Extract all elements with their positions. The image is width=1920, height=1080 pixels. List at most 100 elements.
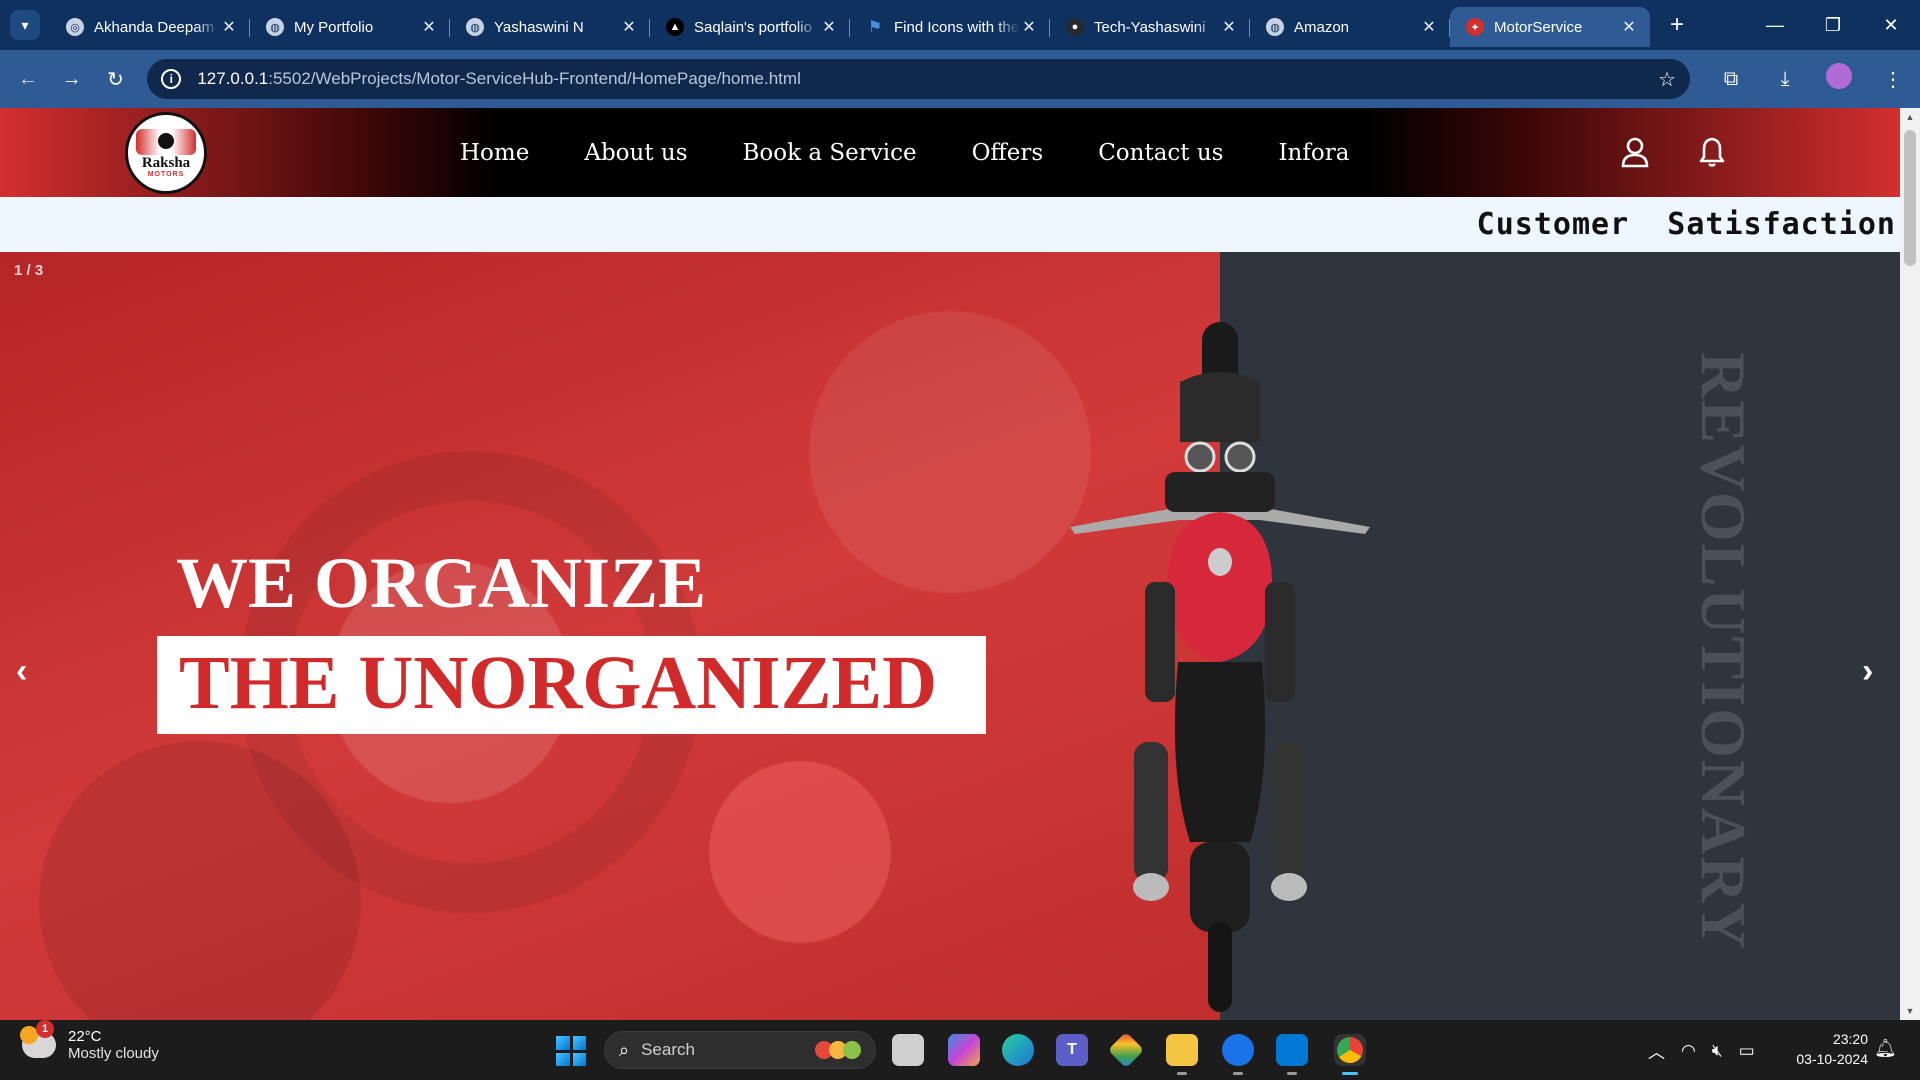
system-clock[interactable]: 23:20 03-10-2024 — [1784, 1029, 1868, 1069]
download-icon[interactable]: ⤓ — [1758, 68, 1812, 91]
remote-desktop-icon[interactable] — [1222, 1034, 1254, 1075]
chrome-icon[interactable] — [1334, 1034, 1366, 1075]
weather-temperature: 22°C — [68, 1028, 102, 1045]
marquee-banner: Customer Satisfaction — [0, 197, 1900, 252]
close-window-icon[interactable]: ✕ — [1862, 15, 1920, 36]
close-icon[interactable]: ✕ — [1020, 17, 1038, 37]
weather-widget[interactable]: 1 22°C Mostly cloudy — [20, 1020, 159, 1062]
globe-icon: ◍ — [266, 18, 284, 36]
site-navbar: Raksha MOTORS Home About us Book a Servi… — [0, 108, 1900, 197]
task-view-icon[interactable] — [892, 1034, 924, 1066]
speaker-muted-icon[interactable]: 🔇︎ — [1712, 1041, 1723, 1061]
clock-time: 23:20 — [1832, 1031, 1868, 1047]
nav-home[interactable]: Home — [460, 140, 529, 166]
reload-icon[interactable]: ↻ — [94, 67, 138, 92]
scroll-up-icon[interactable]: ▲ — [1900, 112, 1920, 122]
close-icon[interactable]: ✕ — [1220, 17, 1238, 37]
restore-icon[interactable]: ❐ — [1804, 15, 1862, 36]
user-icon[interactable] — [1620, 136, 1650, 168]
close-icon[interactable]: ✕ — [1420, 17, 1438, 37]
nav-contact-us[interactable]: Contact us — [1098, 140, 1223, 166]
windows-start-icon[interactable] — [556, 1036, 586, 1066]
logo-wings-emblem — [136, 128, 196, 155]
carousel-next-button[interactable]: › — [1862, 652, 1873, 691]
windows-taskbar: 1 22°C Mostly cloudy ⌕ Search T ︿ ◠ 🔇︎ ▭… — [0, 1020, 1920, 1080]
page-scrollbar[interactable]: ▲ ▼ — [1900, 108, 1920, 1020]
tray-overflow-chevron-icon[interactable]: ︿ — [1648, 1038, 1665, 1063]
forward-icon[interactable]: → — [50, 68, 94, 91]
system-tray: ︿ ◠ 🔇︎ ▭ — [1648, 1038, 1771, 1063]
close-icon[interactable]: ✕ — [620, 17, 638, 37]
browser-tab[interactable]: ◍ Amazon ✕ — [1250, 7, 1450, 47]
notification-bell-icon[interactable]: 🔔︎ — [1874, 1038, 1897, 1059]
browser-tab-active[interactable]: ✦ MotorService ✕ — [1450, 7, 1650, 47]
tab-title: Amazon — [1294, 18, 1350, 36]
browser-tab[interactable]: ● Tech-Yashaswini ✕ — [1050, 7, 1250, 47]
vscode-icon[interactable] — [1276, 1034, 1308, 1075]
chevron-down-icon: ▾ — [21, 16, 29, 33]
extensions-icon[interactable]: ⧉ — [1704, 68, 1758, 91]
back-icon[interactable]: ← — [6, 68, 50, 91]
window-controls: — ❐ ✕ — [1746, 15, 1920, 36]
tab-title: Tech-Yashaswini — [1094, 18, 1206, 36]
chrome-logo — [1337, 1037, 1363, 1063]
scrollbar-thumb[interactable] — [1904, 130, 1916, 266]
bookmark-star-icon[interactable]: ☆ — [1658, 67, 1676, 92]
close-icon[interactable]: ✕ — [420, 17, 438, 37]
github-icon: ● — [1066, 18, 1084, 36]
nav-offers[interactable]: Offers — [972, 140, 1044, 166]
motorcycle-image — [1070, 322, 1370, 1012]
carousel-prev-button[interactable]: ‹ — [16, 652, 27, 691]
nav-infora[interactable]: Infora — [1278, 140, 1349, 166]
taskbar-search[interactable]: ⌕ Search — [604, 1031, 876, 1069]
url-path: :5502/WebProjects/Motor-ServiceHub-Front… — [268, 69, 801, 88]
close-icon[interactable]: ✕ — [1620, 17, 1638, 37]
slide-counter: 1 / 3 — [14, 262, 44, 279]
minimize-icon[interactable]: — — [1746, 15, 1804, 36]
bell-icon[interactable] — [1698, 136, 1726, 168]
nav-book-a-service[interactable]: Book a Service — [743, 140, 917, 166]
globe-icon: ◍ — [466, 18, 484, 36]
address-bar[interactable]: i 127.0.0.1:5502/WebProjects/Motor-Servi… — [147, 59, 1690, 99]
close-icon[interactable]: ✕ — [820, 17, 838, 37]
scroll-down-icon[interactable]: ▼ — [1900, 1006, 1920, 1016]
browser-toolbar: ← → ↻ i 127.0.0.1:5502/WebProjects/Motor… — [0, 50, 1920, 108]
site-info-icon[interactable]: i — [161, 69, 182, 89]
git-client-icon[interactable] — [1107, 1031, 1145, 1069]
teams-icon[interactable]: T — [1056, 1034, 1088, 1066]
new-tab-button[interactable]: + — [1662, 11, 1692, 39]
profile-avatar[interactable] — [1812, 63, 1866, 95]
site-logo[interactable]: Raksha MOTORS — [125, 112, 207, 194]
chatgpt-icon: ◎ — [66, 18, 84, 36]
browser-tab[interactable]: ◎ Akhanda Deepam ✕ — [50, 7, 250, 47]
search-highlight-icon — [815, 1041, 861, 1059]
battery-icon[interactable]: ▭ — [1739, 1041, 1755, 1061]
url-host: 127.0.0.1 — [197, 69, 269, 88]
marquee-text: Customer Satisfaction — [1476, 207, 1896, 242]
browser-tab[interactable]: ◍ Yashaswini N ✕ — [450, 7, 650, 47]
main-menu: Home About us Book a Service Offers Cont… — [460, 108, 1404, 197]
tab-search-button[interactable]: ▾ — [10, 10, 40, 40]
browser-tab[interactable]: ⚑ Find Icons with the ✕ — [850, 7, 1050, 47]
globe-icon: ◍ — [1266, 18, 1284, 36]
hero-headline-line1: WE ORGANIZE — [176, 543, 707, 623]
logo-subtext: MOTORS — [147, 170, 185, 178]
vercel-icon: ▲ — [666, 18, 684, 36]
hero-vertical-word: REVOLUTIONARY — [1688, 352, 1759, 951]
url-text[interactable]: 127.0.0.1:5502/WebProjects/Motor-Service… — [197, 69, 1658, 89]
edge-icon[interactable] — [1002, 1034, 1034, 1066]
page-viewport: Raksha MOTORS Home About us Book a Servi… — [0, 108, 1920, 1020]
tab-title: Find Icons with the — [894, 18, 1020, 36]
close-icon[interactable]: ✕ — [220, 17, 238, 37]
browser-tab[interactable]: ▲ Saqlain's portfolio ✕ — [650, 7, 850, 47]
menu-dots-icon[interactable]: ⋮ — [1866, 67, 1920, 92]
wifi-icon[interactable]: ◠ — [1681, 1041, 1696, 1061]
nav-about-us[interactable]: About us — [584, 140, 687, 166]
cloudy-weather-icon: 1 — [20, 1020, 56, 1058]
hero-headline-line2: THE UNORGANIZED — [179, 641, 937, 725]
flag-icon: ⚑ — [867, 19, 883, 36]
browser-tab[interactable]: ◍ My Portfolio ✕ — [250, 7, 450, 47]
file-explorer-icon[interactable] — [1166, 1034, 1198, 1075]
hero-carousel: 1 / 3 REVOLUTIONARY WE ORGANIZE THE UNOR… — [0, 252, 1900, 1020]
copilot-icon[interactable] — [948, 1034, 980, 1066]
